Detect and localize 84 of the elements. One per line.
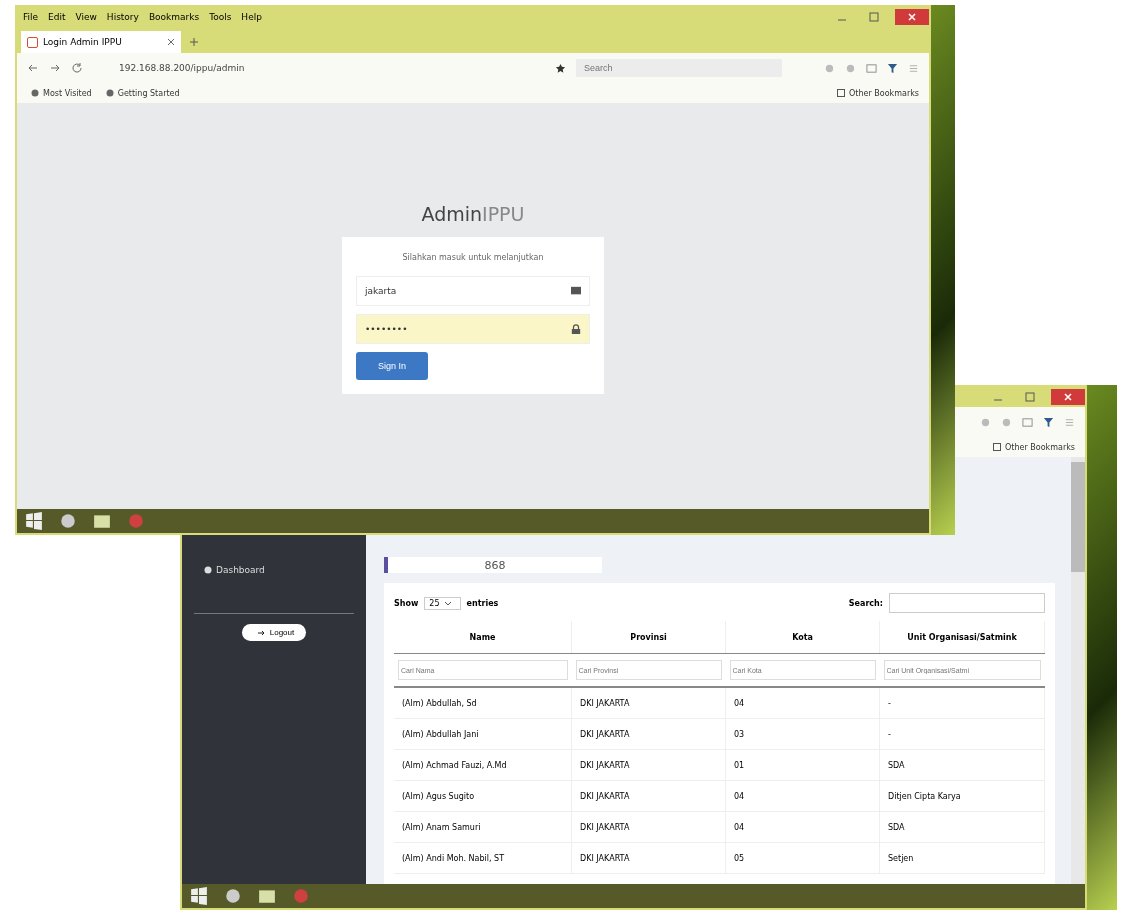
folder-outline-icon [837,89,846,97]
forward-button[interactable] [49,62,61,74]
close-tab-icon[interactable] [167,38,175,46]
table-cell: SDA [879,811,1045,843]
menu-item[interactable]: Bookmarks [148,12,200,22]
stat-value: 868 [484,558,506,572]
table-cell: SDA [879,749,1045,781]
funnel-icon[interactable] [887,62,898,74]
menu-icon[interactable] [908,62,919,74]
folder-icon[interactable] [258,887,276,905]
table-cell: - [879,687,1045,719]
table-cell: DKI JAKARTA [571,780,726,812]
browser-tab[interactable]: Login Admin IPPU [21,31,181,53]
sidebar-item[interactable]: Dashboard [182,557,283,583]
table-cell: (Alm) Abdullah, Sd [394,687,572,719]
bookmark-link[interactable]: Most Visited [27,88,92,98]
close-button[interactable] [1051,389,1085,405]
sidebar-toggle-icon[interactable] [1022,416,1033,428]
search-field[interactable] [889,593,1045,613]
menu-item[interactable]: Tools [209,12,232,22]
entries-label: entries [466,598,499,608]
login-prompt: Silahkan masuk untuk melanjutkan [401,253,545,262]
table-cell: DKI JAKARTA [571,811,726,843]
bookmarks-link[interactable]: Other Bookmarks [989,442,1075,452]
table-cell: Setjen [879,842,1045,874]
star-icon[interactable] [555,62,566,74]
envelope-icon [571,286,581,296]
reload-button[interactable] [71,62,83,74]
table-cell: (Alm) Abdullah Jani [394,718,572,750]
arrow-icon [257,628,266,637]
bookmarks-link[interactable]: Other Bookmarks [833,88,919,98]
column-header[interactable]: Name [394,621,572,654]
table-cell: DKI JAKARTA [571,749,726,781]
column-header[interactable]: Provinsi [571,621,726,654]
windows-logo-icon[interactable] [25,512,43,530]
toolbar-icon[interactable] [845,62,856,74]
table-cell: (Alm) Andi Moh. Nabil, ST [394,842,572,874]
table-cell: 03 [725,718,880,750]
show-label: Show [394,598,419,608]
username-field[interactable]: jakarta [356,276,590,306]
table-cell: 04 [725,780,880,812]
back-button[interactable] [27,62,39,74]
new-tab-button[interactable] [189,37,199,47]
bookmark-link[interactable]: Getting Started [101,88,180,98]
menu-item[interactable]: History [106,12,139,22]
table-cell: DKI JAKARTA [571,687,726,719]
table-cell: 04 [725,687,880,719]
table-cell: (Alm) Achmad Fauzi, A.Md [394,749,572,781]
column-header[interactable]: Kota [725,621,880,654]
table-cell: - [879,718,1045,750]
table-cell: DKI JAKARTA [571,842,726,874]
table-cell: (Alm) Anam Samuri [394,811,572,843]
toolbar-icon[interactable] [1001,416,1012,428]
column-header[interactable]: Unit Organisasi/Satmink [879,621,1045,654]
menu-item[interactable]: Help [241,12,262,22]
sidebar-toggle-icon[interactable] [866,62,877,74]
page-size-select[interactable]: 25 [424,596,461,610]
toolbar-icon[interactable] [980,416,991,428]
table-cell: (Alm) Agus Sugito [394,780,572,812]
scrollbar[interactable] [1071,457,1085,884]
table-cell: 01 [725,749,880,781]
close-button[interactable] [895,9,929,25]
table-cell: DKI JAKARTA [571,718,726,750]
table-cell: 05 [725,842,880,874]
folder-icon[interactable] [93,512,111,530]
folder-outline-icon [993,443,1002,451]
app-logo: AdminIPPU [421,203,525,225]
menu-item[interactable]: View [75,12,97,22]
table-cell: Ditjen Cipta Karya [879,780,1045,812]
address-bar[interactable]: 192.168.88.200/ippu/admin [113,60,545,76]
menu-item[interactable]: Edit [48,12,66,22]
table-cell: 04 [725,811,880,843]
lock-icon [571,324,581,334]
funnel-icon[interactable] [1043,416,1054,428]
password-field[interactable]: •••••••• [356,314,590,344]
search-label: Search: [848,598,883,608]
sign-in-button[interactable]: Sign In [356,352,428,380]
toolbar-icon[interactable] [824,62,835,74]
search-field[interactable]: Search [576,59,782,77]
caret-icon [443,599,452,607]
menu-icon[interactable] [1064,416,1075,428]
windows-logo-icon[interactable] [190,887,208,905]
menu-item[interactable]: File [23,12,39,22]
logout-button[interactable]: Logout [241,624,307,641]
